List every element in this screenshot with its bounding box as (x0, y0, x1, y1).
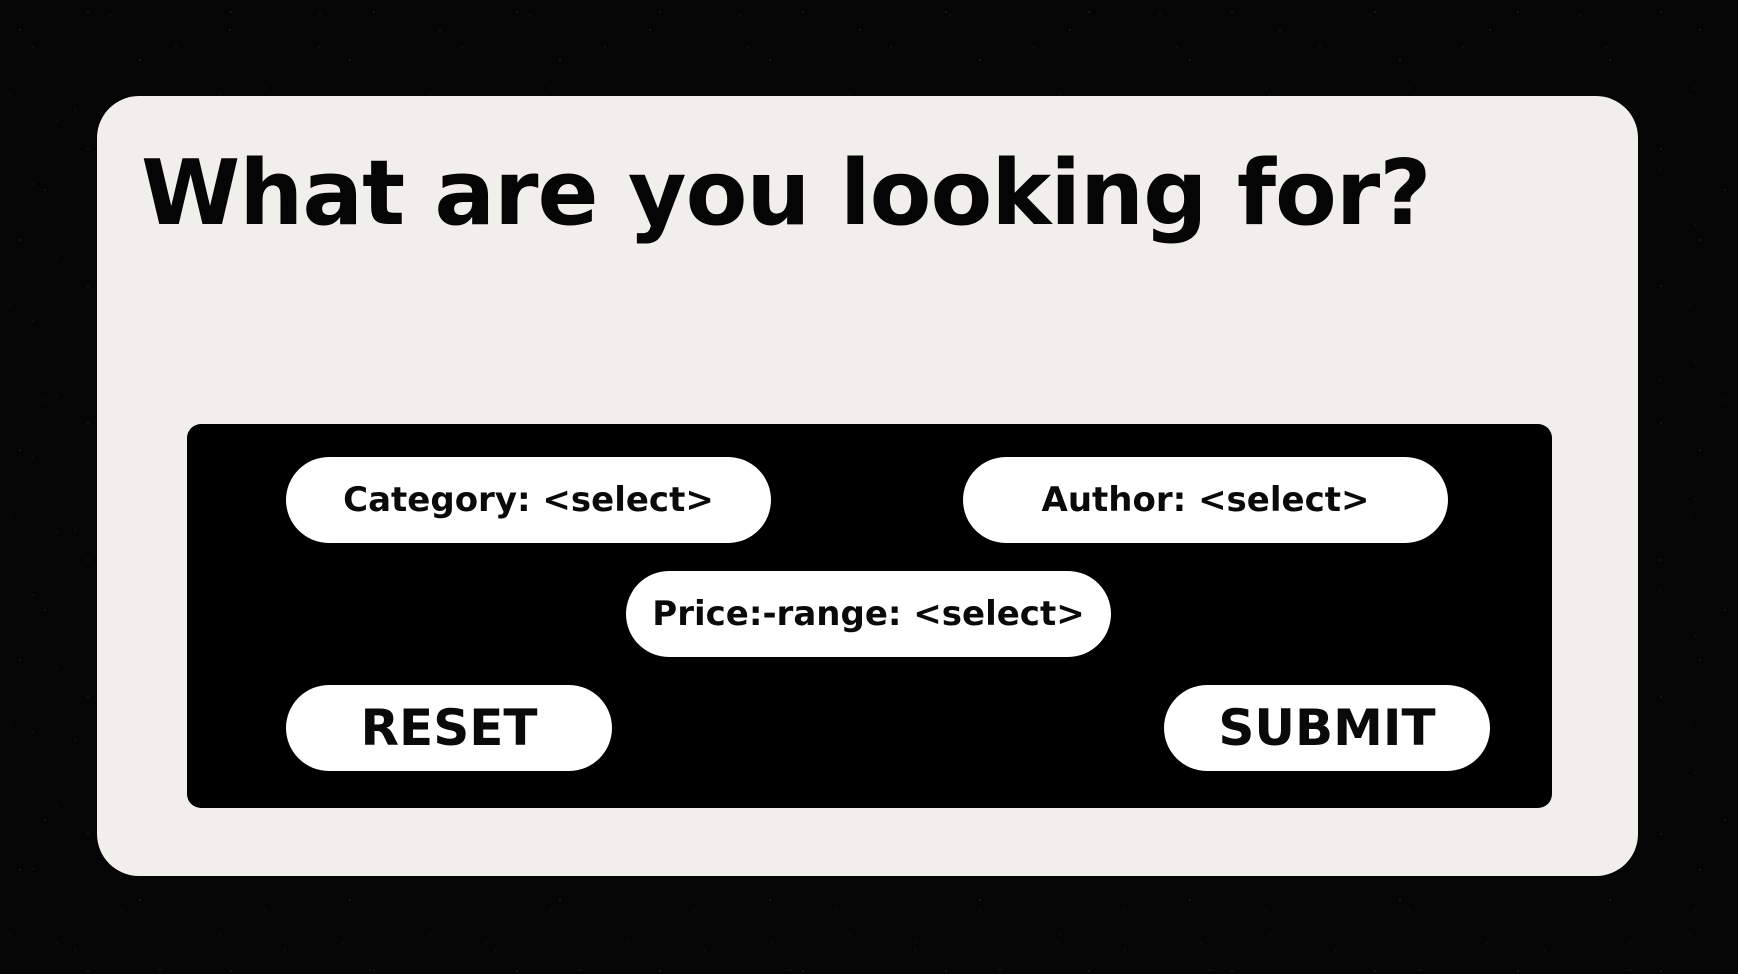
category-select[interactable]: Category: <select> (286, 457, 771, 543)
submit-button-label: SUBMIT (1218, 699, 1436, 757)
submit-button[interactable]: SUBMIT (1164, 685, 1490, 771)
category-select-label: Category: <select> (343, 480, 714, 520)
reset-button-label: RESET (360, 699, 538, 757)
price-range-select-label: Price:-range: <select> (652, 594, 1085, 634)
search-card: What are you looking for? Category: <sel… (97, 96, 1638, 876)
filter-panel: Category: <select> Author: <select> Pric… (187, 424, 1552, 808)
page-title: What are you looking for? (141, 141, 1431, 246)
author-select-label: Author: <select> (1041, 480, 1370, 520)
reset-button[interactable]: RESET (286, 685, 612, 771)
price-range-select[interactable]: Price:-range: <select> (626, 571, 1111, 657)
author-select[interactable]: Author: <select> (963, 457, 1448, 543)
